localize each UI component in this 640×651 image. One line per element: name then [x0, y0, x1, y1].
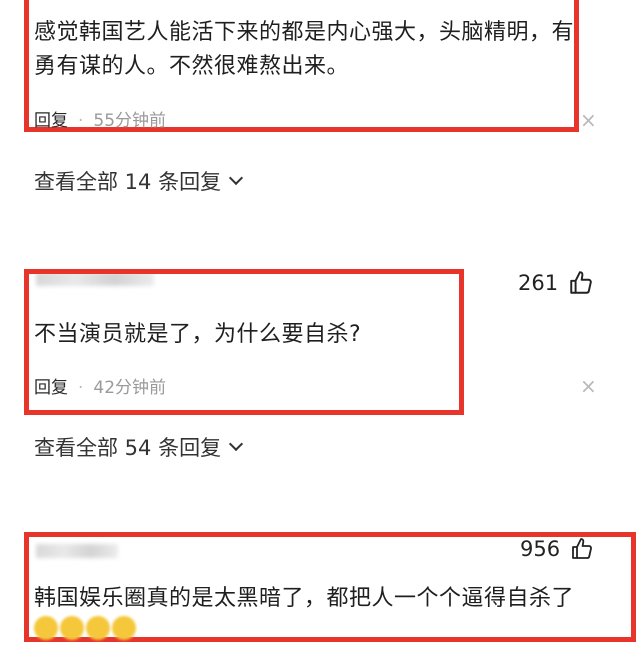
view-all-replies-label: 查看全部 14 条回复 — [34, 170, 222, 194]
comment-text-3-content: 韩国娱乐圈真的是太黑暗了，都把人一个个逼得自杀了 — [34, 586, 575, 611]
emoji-group — [34, 616, 138, 646]
emoji-icon — [86, 616, 110, 640]
like-count-2[interactable]: 261 — [518, 270, 594, 296]
like-count: 956 — [520, 537, 561, 561]
like-count: 261 — [518, 271, 559, 295]
chevron-down-icon — [229, 436, 244, 452]
view-all-replies-button-1[interactable]: 查看全部 14 条回复 — [34, 166, 244, 196]
comment-time: 42分钟前 — [93, 378, 167, 398]
reply-button[interactable]: 回复 — [34, 378, 68, 398]
close-icon[interactable]: × — [580, 108, 597, 132]
view-all-replies-label: 查看全部 54 条回复 — [34, 436, 222, 460]
comment-text-3: 韩国娱乐圈真的是太黑暗了，都把人一个个逼得自杀了 — [34, 582, 594, 651]
comment-meta-1: 回复 · 55分钟前 — [34, 106, 166, 131]
chevron-down-icon — [229, 170, 244, 186]
comment-time: 55分钟前 — [93, 111, 167, 131]
emoji-icon — [112, 616, 136, 640]
emoji-icon — [34, 616, 58, 640]
emoji-icon — [60, 616, 84, 640]
thumb-up-icon[interactable] — [570, 537, 594, 561]
separator-dot: · — [78, 111, 84, 131]
separator-dot: · — [78, 378, 84, 398]
close-icon[interactable]: × — [580, 374, 597, 398]
comment-meta-2: 回复 · 42分钟前 — [34, 373, 166, 398]
view-all-replies-button-2[interactable]: 查看全部 54 条回复 — [34, 432, 244, 462]
comment-text-1: 感觉韩国艺人能活下来的都是内心强大，头脑精明，有勇有谋的人。不然很难熬出来。 — [34, 20, 575, 79]
username-blurred — [36, 544, 118, 558]
reply-button[interactable]: 回复 — [34, 111, 68, 131]
comment-text-2: 不当演员就是了，为什么要自杀? — [34, 322, 362, 347]
like-count-3[interactable]: 956 — [520, 537, 594, 561]
thumb-up-icon[interactable] — [568, 270, 594, 296]
